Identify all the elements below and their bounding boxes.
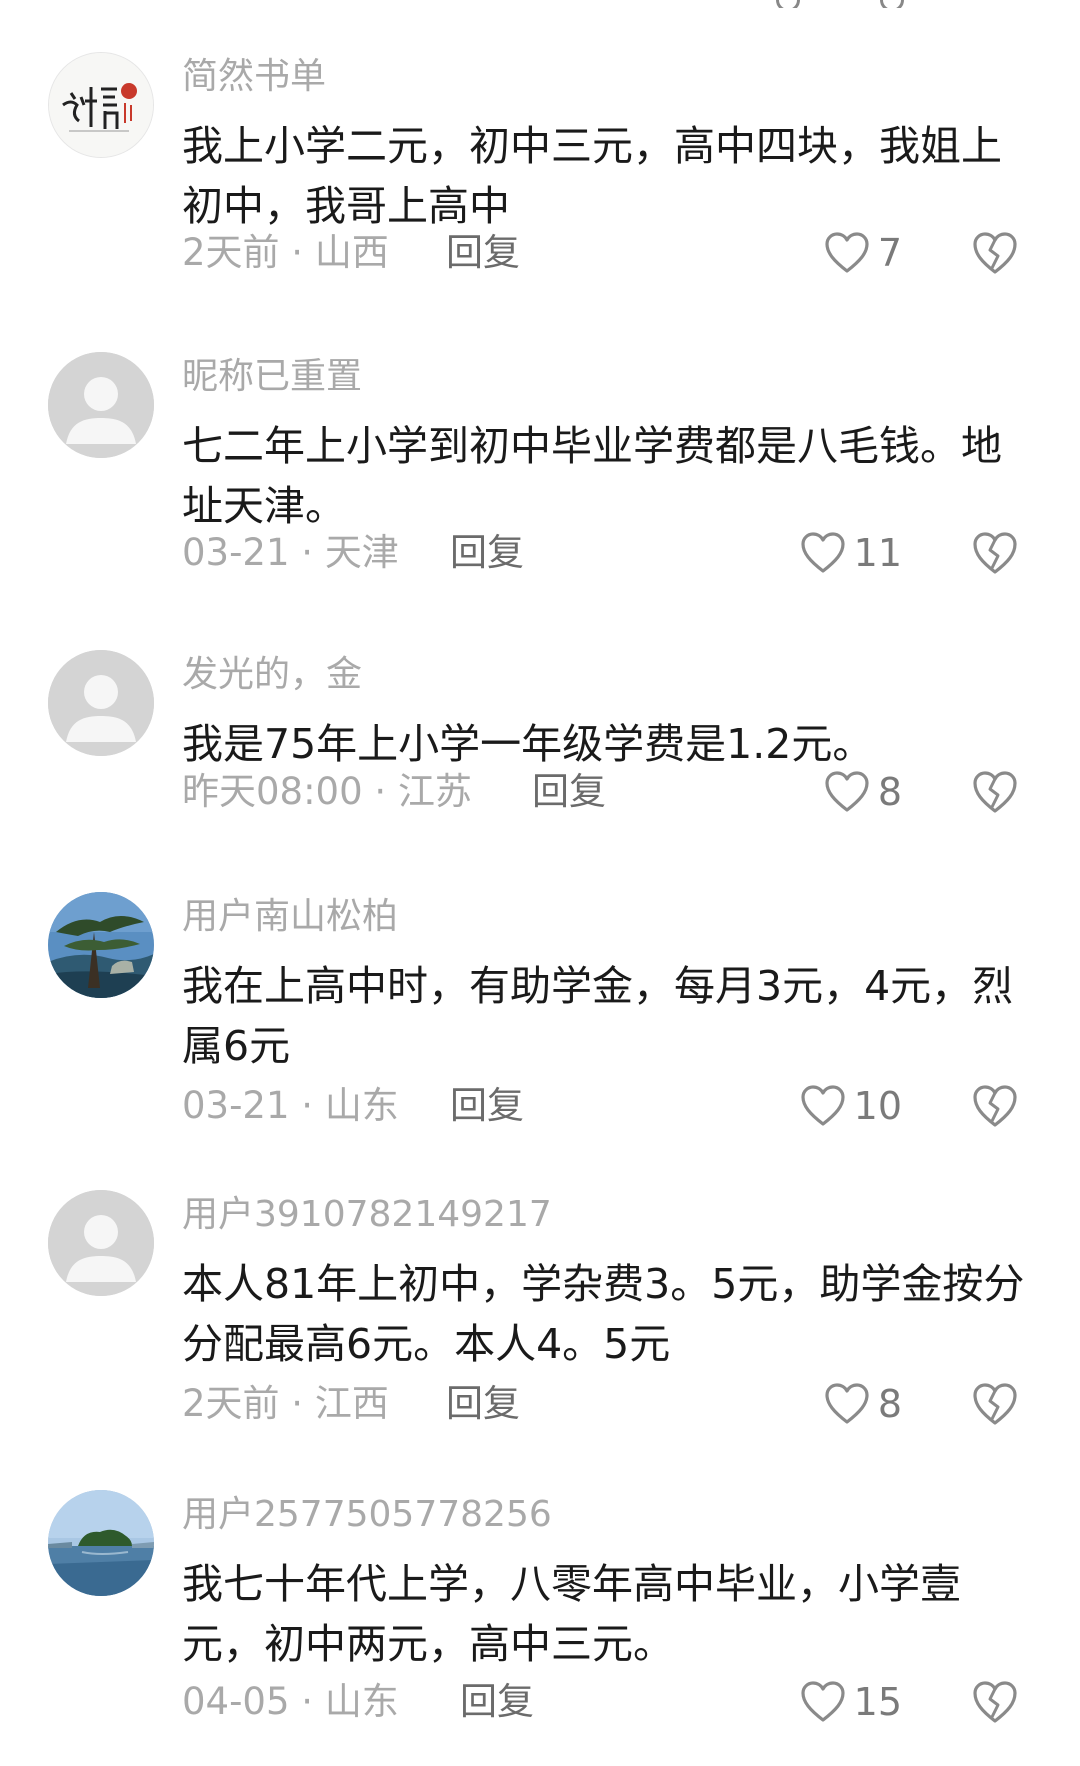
comment-meta: 03-21 · 天津 xyxy=(182,529,399,577)
like-count: 7 xyxy=(877,231,902,275)
username[interactable]: 用户南山松柏 xyxy=(182,894,398,940)
like-button[interactable]: 15 xyxy=(800,1678,902,1726)
comment-text: 我七十年代上学，八零年高中毕业，小学壹元，初中两元，高中三元。 xyxy=(182,1560,961,1668)
broken-heart-icon xyxy=(973,771,1017,813)
reply-button[interactable]: 回复 xyxy=(450,529,524,577)
meta-separator: · xyxy=(279,1382,315,1425)
like-button[interactable]: 10 xyxy=(800,1082,902,1130)
avatar[interactable] xyxy=(48,650,154,756)
heart-outline-icon xyxy=(825,771,869,812)
meta-separator: · xyxy=(289,1084,325,1127)
default-avatar-icon xyxy=(48,1190,154,1296)
heart-outline-icon xyxy=(801,1085,845,1126)
dislike-button[interactable] xyxy=(972,1082,1018,1130)
calligraphy-avatar-image xyxy=(49,53,153,157)
dislike-button[interactable] xyxy=(972,1380,1018,1428)
comment-region: 山东 xyxy=(324,1084,399,1127)
comment-time: 03-21 xyxy=(182,531,290,574)
avatar[interactable] xyxy=(48,352,154,458)
like-count: 8 xyxy=(877,1382,902,1426)
dislike-button[interactable] xyxy=(972,768,1018,816)
comment-meta: 04-05 · 山东 xyxy=(182,1678,399,1726)
heart-outline-icon xyxy=(801,1681,845,1722)
like-button[interactable]: 11 xyxy=(800,529,902,577)
like-count: 11 xyxy=(853,531,902,575)
comment-time: 04-05 xyxy=(182,1680,290,1723)
username[interactable]: 发光的，金 xyxy=(182,652,362,698)
reply-button[interactable]: 回复 xyxy=(446,1380,520,1428)
meta-separator: · xyxy=(289,1680,325,1723)
meta-separator: · xyxy=(279,231,315,274)
avatar[interactable] xyxy=(48,1490,154,1596)
like-button[interactable]: 7 xyxy=(824,229,902,277)
comment-time: 2天前 xyxy=(182,1382,280,1425)
avatar[interactable] xyxy=(48,892,154,998)
comment-time: 昨天08:00 xyxy=(182,770,363,813)
like-button[interactable]: 8 xyxy=(824,768,902,816)
username[interactable]: 昵称已重置 xyxy=(182,354,362,400)
reply-button[interactable]: 回复 xyxy=(450,1082,524,1130)
comment-meta: 昨天08:00 · 江苏 xyxy=(182,768,472,816)
comment-text: 七二年上小学到初中毕业学费都是八毛钱。地址天津。 xyxy=(182,422,1002,530)
comment-region: 山东 xyxy=(324,1680,399,1723)
lake-island-avatar-image xyxy=(48,1490,154,1596)
comment-meta: 2天前 · 山西 xyxy=(182,229,389,277)
previous-dislike-icon xyxy=(880,0,904,8)
like-count: 15 xyxy=(853,1680,902,1724)
broken-heart-icon xyxy=(973,532,1017,574)
dislike-button[interactable] xyxy=(972,229,1018,277)
dislike-button[interactable] xyxy=(972,1678,1018,1726)
heart-outline-icon xyxy=(825,232,869,273)
meta-separator: · xyxy=(289,531,325,574)
reply-button[interactable]: 回复 xyxy=(446,229,520,277)
meta-separator: · xyxy=(362,770,398,813)
broken-heart-icon xyxy=(973,1681,1017,1723)
comment-region: 山西 xyxy=(314,231,389,274)
comment-text: 我上小学二元，初中三元，高中四块，我姐上初中，我哥上高中 xyxy=(182,122,1002,230)
comment-text: 本人81年上初中，学杂费3。5元，助学金按分分配最高6元。本人4。5元 xyxy=(182,1260,1025,1368)
default-avatar-icon xyxy=(48,650,154,756)
comment-time: 2天前 xyxy=(182,231,280,274)
like-count: 8 xyxy=(877,770,902,814)
reply-button[interactable]: 回复 xyxy=(532,768,606,816)
previous-comment-remnant xyxy=(0,0,1080,8)
heart-outline-icon xyxy=(801,532,845,573)
username[interactable]: 简然书单 xyxy=(182,54,326,100)
broken-heart-icon xyxy=(973,1085,1017,1127)
avatar[interactable] xyxy=(48,1190,154,1296)
reply-button[interactable]: 回复 xyxy=(460,1678,534,1726)
broken-heart-icon xyxy=(973,1383,1017,1425)
username[interactable]: 用户2577505778256 xyxy=(182,1492,552,1538)
comment-text: 我在上高中时，有助学金，每月3元，4元，烈属6元 xyxy=(182,962,1014,1070)
default-avatar-icon xyxy=(48,352,154,458)
comment-text: 我是75年上小学一年级学费是1.2元。 xyxy=(182,720,874,768)
comment-time: 03-21 xyxy=(182,1084,290,1127)
previous-like-icon xyxy=(776,0,800,8)
comment-region: 江西 xyxy=(314,1382,389,1425)
username[interactable]: 用户3910782149217 xyxy=(182,1192,552,1238)
comment-meta: 03-21 · 山东 xyxy=(182,1082,399,1130)
dislike-button[interactable] xyxy=(972,529,1018,577)
pine-landscape-avatar-image xyxy=(48,892,154,998)
comment-region: 天津 xyxy=(324,531,399,574)
comment-meta: 2天前 · 江西 xyxy=(182,1380,389,1428)
comment-region: 江苏 xyxy=(397,770,472,813)
avatar[interactable] xyxy=(48,52,154,158)
like-count: 10 xyxy=(853,1084,902,1128)
like-button[interactable]: 8 xyxy=(824,1380,902,1428)
broken-heart-icon xyxy=(973,232,1017,274)
heart-outline-icon xyxy=(825,1383,869,1424)
